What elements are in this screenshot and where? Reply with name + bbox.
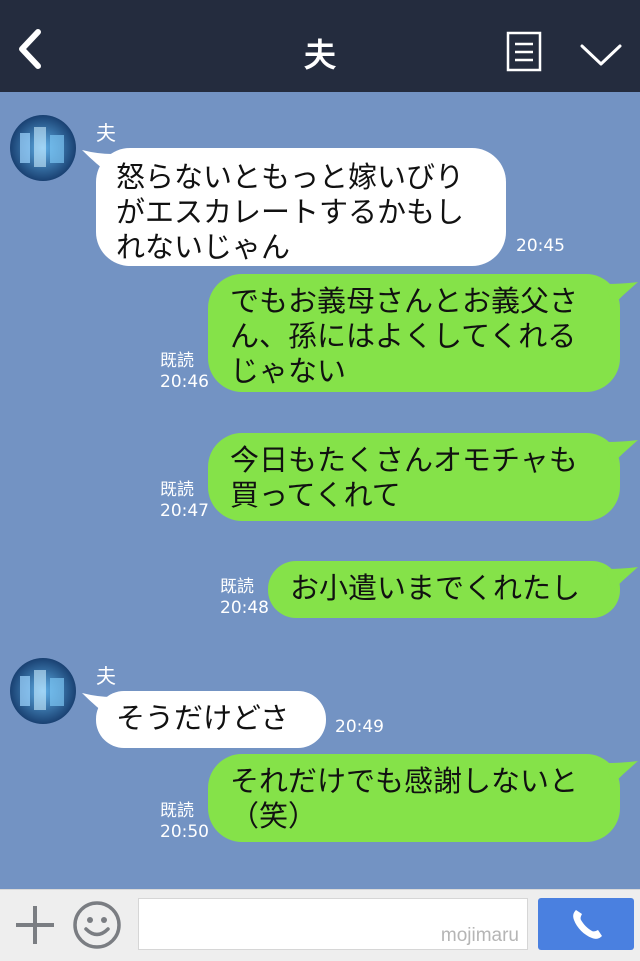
message-meta: 既読 20:48: [220, 577, 269, 619]
sender-name: 夫: [96, 121, 116, 145]
avatar-image: [10, 658, 76, 724]
bubble-tail: [606, 761, 638, 785]
read-receipt: 既読: [160, 480, 194, 500]
smiley-icon: [73, 901, 121, 949]
message-bubble[interactable]: でもお義母さんとお義父さ ん、孫にはよくしてくれる じゃない: [208, 274, 620, 392]
message-input[interactable]: mojimaru: [138, 898, 528, 950]
timestamp: 20:50: [160, 822, 209, 842]
avatar-image: [10, 115, 76, 181]
bubble-tail: [606, 282, 638, 306]
message-meta: 既読 20:46: [160, 351, 209, 393]
call-button[interactable]: [538, 898, 634, 950]
message-bubble[interactable]: そうだけどさ: [96, 691, 326, 748]
watermark: mojimaru: [440, 925, 519, 946]
timestamp: 20:46: [160, 372, 209, 392]
timestamp: 20:45: [516, 236, 565, 256]
emoji-button[interactable]: [72, 900, 122, 950]
message-meta: 20:49: [335, 717, 384, 738]
message-meta: 20:45: [516, 236, 565, 257]
notes-button[interactable]: [506, 31, 542, 72]
read-receipt: 既読: [220, 577, 254, 597]
timestamp: 20:49: [335, 717, 384, 737]
input-bar: mojimaru: [0, 889, 640, 961]
message-bubble[interactable]: お小遣いまでくれたし: [268, 561, 620, 618]
message-bubble[interactable]: 怒らないともっと嫁いびり がエスカレートするかもし れないじゃん: [96, 148, 506, 266]
chat-title: 夫: [303, 36, 336, 74]
bubble-tail: [606, 440, 638, 464]
timestamp: 20:47: [160, 501, 209, 521]
notes-icon: [506, 31, 542, 72]
sender-name: 夫: [96, 664, 116, 688]
plus-icon: [16, 906, 54, 944]
expand-button[interactable]: [578, 40, 624, 70]
phone-icon: [573, 910, 602, 939]
chat-header: 夫: [0, 0, 640, 92]
message-bubble[interactable]: 今日もたくさんオモチャも 買ってくれて: [208, 433, 620, 521]
chevron-down-icon: [580, 44, 622, 66]
message-bubble[interactable]: それだけでも感謝しないと （笑）: [208, 754, 620, 842]
read-receipt: 既読: [160, 351, 194, 371]
bubble-tail: [606, 567, 638, 591]
add-button[interactable]: [14, 904, 56, 946]
avatar[interactable]: [10, 658, 76, 724]
avatar[interactable]: [10, 115, 76, 181]
message-meta: 既読 20:47: [160, 480, 209, 522]
timestamp: 20:48: [220, 598, 269, 618]
read-receipt: 既読: [160, 801, 194, 821]
message-meta: 既読 20:50: [160, 801, 209, 843]
